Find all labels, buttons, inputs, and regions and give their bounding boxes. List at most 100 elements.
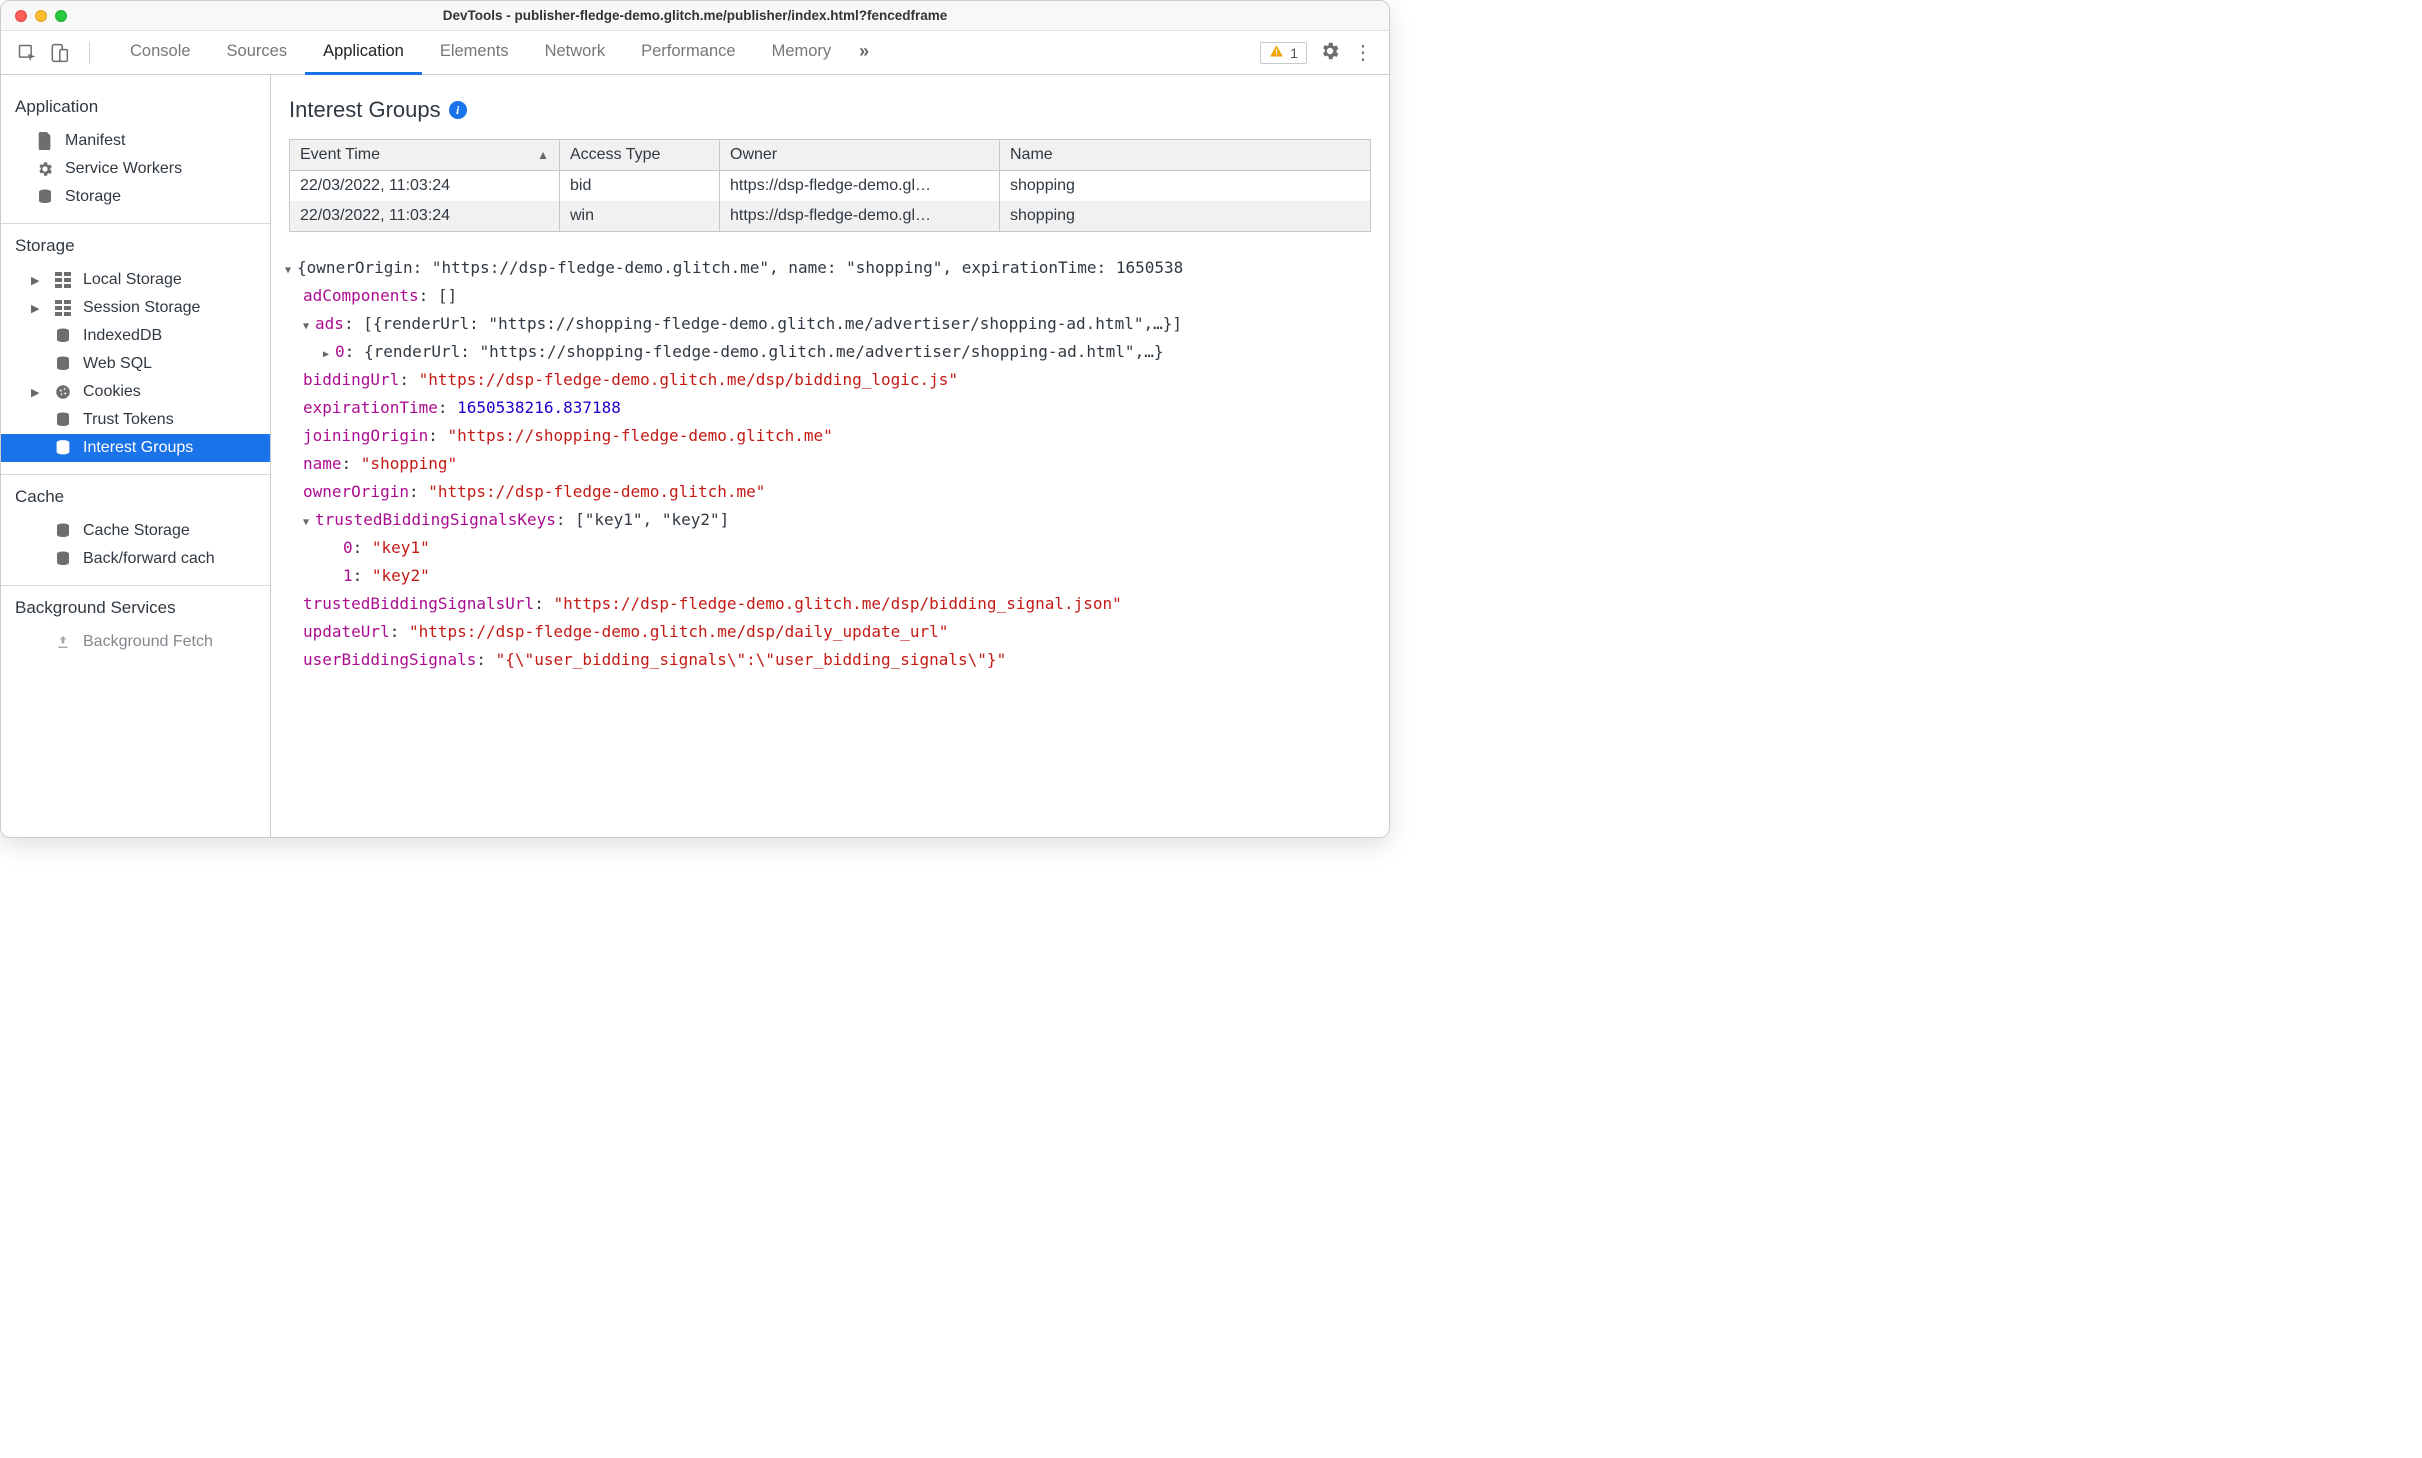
close-window-button[interactable]	[15, 10, 27, 22]
sidebar-item-bf-cache[interactable]: Back/forward cach	[1, 545, 270, 573]
content-pane: Interest Groups i Event Time ▲ Access Ty…	[271, 75, 1389, 837]
json-node-name[interactable]: name: "shopping"	[273, 450, 1379, 478]
sidebar-item-indexeddb[interactable]: IndexedDB	[1, 322, 270, 350]
sidebar-section-application: Application Manifest Service Workers Sto…	[1, 85, 270, 224]
json-node-joiningorigin[interactable]: joiningOrigin: "https://shopping-fledge-…	[273, 422, 1379, 450]
sidebar-label: Background Fetch	[83, 633, 213, 651]
database-icon	[53, 354, 73, 374]
col-header-owner[interactable]: Owner	[720, 140, 1000, 170]
cell-access-type: bid	[560, 171, 720, 201]
sidebar-item-local-storage[interactable]: ▶ Local Storage	[1, 266, 270, 294]
sidebar-label: Interest Groups	[83, 439, 193, 457]
sidebar-label: Service Workers	[65, 160, 182, 178]
json-node-expirationtime[interactable]: expirationTime: 1650538216.837188	[273, 394, 1379, 422]
info-icon[interactable]: i	[449, 101, 467, 119]
sidebar-heading-bg: Background Services	[1, 594, 270, 628]
database-icon	[53, 549, 73, 569]
maximize-window-button[interactable]	[55, 10, 67, 22]
json-node-updateurl[interactable]: updateUrl: "https://dsp-fledge-demo.glit…	[273, 618, 1379, 646]
settings-icon[interactable]	[1319, 40, 1341, 65]
tab-network[interactable]: Network	[527, 31, 624, 75]
tab-memory[interactable]: Memory	[754, 31, 850, 75]
json-node-ads[interactable]: ads: [{renderUrl: "https://shopping-fled…	[273, 310, 1379, 338]
sidebar-item-manifest[interactable]: Manifest	[1, 127, 270, 155]
application-sidebar: Application Manifest Service Workers Sto…	[1, 75, 271, 837]
tab-sources[interactable]: Sources	[209, 31, 306, 75]
tab-performance[interactable]: Performance	[623, 31, 753, 75]
sort-asc-icon: ▲	[537, 148, 549, 162]
warning-icon	[1269, 44, 1284, 62]
window-controls	[15, 10, 67, 22]
sidebar-label: Cache Storage	[83, 522, 190, 540]
sidebar-label: Local Storage	[83, 271, 182, 289]
json-node-tbskeys-1[interactable]: 1: "key2"	[273, 562, 1379, 590]
panel-tabbar: Console Sources Application Elements Net…	[1, 31, 1389, 75]
sidebar-item-web-sql[interactable]: Web SQL	[1, 350, 270, 378]
col-header-access-type[interactable]: Access Type	[560, 140, 720, 170]
json-node-trustedbiddingsignalsurl[interactable]: trustedBiddingSignalsUrl: "https://dsp-f…	[273, 590, 1379, 618]
expand-icon[interactable]: ▶	[31, 274, 41, 287]
json-node-trustedbiddingsignalskeys[interactable]: trustedBiddingSignalsKeys: ["key1", "key…	[273, 506, 1379, 534]
cell-name: shopping	[1000, 201, 1370, 231]
sidebar-item-interest-groups[interactable]: Interest Groups	[1, 434, 270, 462]
more-menu-icon[interactable]: ⋮	[1353, 40, 1373, 65]
json-node-adcomponents[interactable]: adComponents: []	[273, 282, 1379, 310]
cell-name: shopping	[1000, 171, 1370, 201]
table-row[interactable]: 22/03/2022, 11:03:24 bid https://dsp-fle…	[290, 171, 1370, 201]
sidebar-label: Storage	[65, 188, 121, 206]
detail-json-viewer[interactable]: {ownerOrigin: "https://dsp-fledge-demo.g…	[271, 232, 1389, 837]
json-summary-line[interactable]: {ownerOrigin: "https://dsp-fledge-demo.g…	[273, 254, 1379, 282]
json-node-biddingurl[interactable]: biddingUrl: "https://dsp-fledge-demo.gli…	[273, 366, 1379, 394]
gear-icon	[35, 159, 55, 179]
database-icon	[53, 326, 73, 346]
sidebar-label: IndexedDB	[83, 327, 162, 345]
json-node-ads-0[interactable]: 0: {renderUrl: "https://shopping-fledge-…	[273, 338, 1379, 366]
tab-console[interactable]: Console	[112, 31, 209, 75]
sidebar-label: Session Storage	[83, 299, 200, 317]
database-icon	[53, 521, 73, 541]
sidebar-label: Web SQL	[83, 355, 152, 373]
expand-icon[interactable]: ▶	[31, 302, 41, 315]
upload-icon	[53, 632, 73, 652]
table-icon	[53, 270, 73, 290]
file-icon	[35, 131, 55, 151]
sidebar-item-session-storage[interactable]: ▶ Session Storage	[1, 294, 270, 322]
interest-groups-table: Event Time ▲ Access Type Owner Name 22/0…	[289, 139, 1371, 232]
sidebar-item-service-workers[interactable]: Service Workers	[1, 155, 270, 183]
table-row[interactable]: 22/03/2022, 11:03:24 win https://dsp-fle…	[290, 201, 1370, 231]
sidebar-item-trust-tokens[interactable]: Trust Tokens	[1, 406, 270, 434]
tab-application[interactable]: Application	[305, 31, 422, 75]
cell-owner: https://dsp-fledge-demo.gl…	[720, 201, 1000, 231]
expand-icon[interactable]: ▶	[31, 386, 41, 399]
issues-badge[interactable]: 1	[1260, 42, 1307, 64]
sidebar-section-bg-services: Background Services Background Fetch	[1, 586, 270, 668]
table-icon	[53, 298, 73, 318]
sidebar-item-bg-fetch[interactable]: Background Fetch	[1, 628, 270, 656]
json-node-ownerorigin[interactable]: ownerOrigin: "https://dsp-fledge-demo.gl…	[273, 478, 1379, 506]
sidebar-label: Manifest	[65, 132, 125, 150]
sidebar-item-cache-storage[interactable]: Cache Storage	[1, 517, 270, 545]
tabbar-tabs: Console Sources Application Elements Net…	[112, 31, 879, 74]
sidebar-label: Cookies	[83, 383, 141, 401]
window-title: DevTools - publisher-fledge-demo.glitch.…	[443, 8, 948, 23]
col-header-event-time[interactable]: Event Time ▲	[290, 140, 560, 170]
page-title: Interest Groups	[289, 97, 441, 123]
json-node-userbiddingsignals[interactable]: userBiddingSignals: "{\"user_bidding_sig…	[273, 646, 1379, 674]
devtools-window: DevTools - publisher-fledge-demo.glitch.…	[0, 0, 1390, 838]
col-header-name[interactable]: Name	[1000, 140, 1370, 170]
sidebar-item-storage-overview[interactable]: Storage	[1, 183, 270, 211]
database-icon	[35, 187, 55, 207]
sidebar-item-cookies[interactable]: ▶ Cookies	[1, 378, 270, 406]
sidebar-label: Trust Tokens	[83, 411, 174, 429]
cell-access-type: win	[560, 201, 720, 231]
tab-elements[interactable]: Elements	[422, 31, 527, 75]
sidebar-label: Back/forward cach	[83, 550, 215, 568]
device-toggle-icon[interactable]	[49, 43, 69, 63]
issues-count: 1	[1290, 45, 1298, 61]
json-node-tbskeys-0[interactable]: 0: "key1"	[273, 534, 1379, 562]
inspect-icon[interactable]	[17, 43, 37, 63]
tab-more[interactable]: »	[849, 31, 879, 75]
sidebar-heading-storage: Storage	[1, 232, 270, 266]
cell-event-time: 22/03/2022, 11:03:24	[290, 201, 560, 231]
minimize-window-button[interactable]	[35, 10, 47, 22]
